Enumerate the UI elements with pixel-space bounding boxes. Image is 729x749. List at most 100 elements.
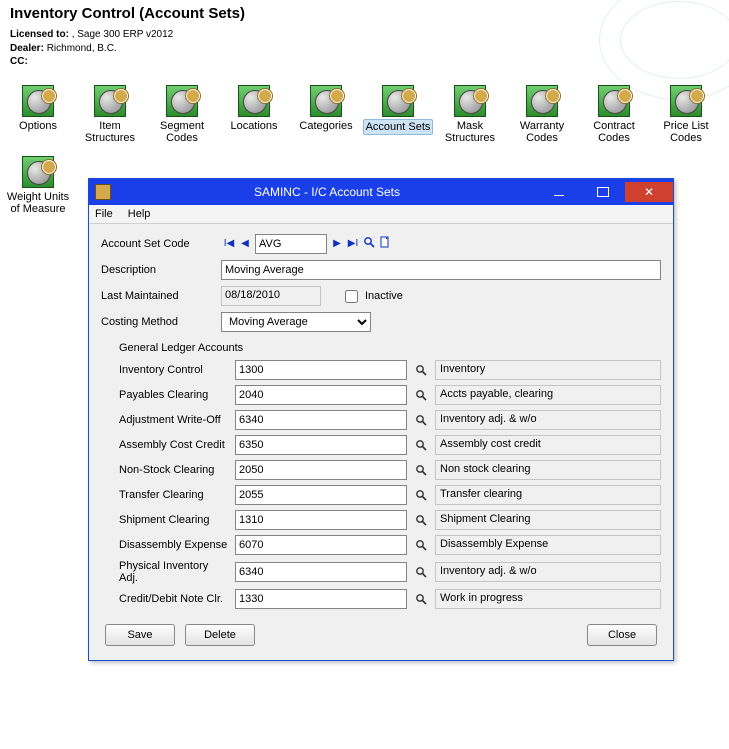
desktop-icon[interactable]: Locations — [218, 85, 290, 146]
gl-account-code-input[interactable] — [235, 360, 407, 380]
desktop-icon[interactable]: Contract Codes — [578, 85, 650, 146]
gl-account-row: Credit/Debit Note Clr.Work in progress — [119, 589, 661, 609]
desktop-icon-label: Account Sets — [363, 119, 434, 136]
gl-account-desc: Transfer clearing — [435, 485, 661, 505]
gl-account-code-input[interactable] — [235, 562, 407, 582]
gl-account-desc: Accts payable, clearing — [435, 385, 661, 405]
app-icon — [166, 85, 198, 117]
finder-icon[interactable] — [413, 537, 429, 553]
app-icon — [598, 85, 630, 117]
app-icon — [310, 85, 342, 117]
finder-icon[interactable] — [413, 564, 429, 580]
finder-icon[interactable] — [413, 591, 429, 607]
description-input[interactable] — [221, 260, 661, 280]
desktop-icon-label: Mask Structures — [434, 119, 506, 146]
account-set-code-input[interactable] — [255, 234, 327, 254]
finder-icon[interactable] — [361, 236, 377, 252]
titlebar[interactable]: SAMINC - I/C Account Sets — [89, 179, 673, 205]
save-button[interactable]: Save — [105, 624, 175, 646]
desktop-icon[interactable]: Segment Codes — [146, 85, 218, 146]
app-icon — [238, 85, 270, 117]
desktop-icon[interactable]: Options — [2, 85, 74, 146]
gl-account-row: Assembly Cost Credit Assembly cost credit — [119, 435, 661, 455]
desktop-icon[interactable]: Categories — [290, 85, 362, 146]
finder-icon[interactable] — [413, 362, 429, 378]
gl-account-desc: Assembly cost credit — [435, 435, 661, 455]
cc-label: CC: — [10, 56, 28, 67]
app-icon — [454, 85, 486, 117]
gl-account-label: Transfer Clearing — [119, 489, 229, 501]
gl-account-label: Adjustment Write-Off — [119, 414, 229, 426]
account-sets-window: SAMINC - I/C Account Sets File Help Acco… — [88, 178, 674, 661]
finder-icon[interactable] — [413, 412, 429, 428]
licensed-to-label: Licensed to: — [10, 29, 69, 40]
gl-account-label: Physical Inventory Adj. — [119, 560, 229, 584]
gl-account-desc: Inventory adj. & w/o — [435, 562, 661, 582]
desktop-icon-label: Options — [17, 119, 59, 134]
finder-icon[interactable] — [413, 462, 429, 478]
menubar: File Help — [89, 205, 673, 224]
desktop-icon[interactable]: Item Structures — [74, 85, 146, 146]
page-title: Inventory Control (Account Sets) — [0, 0, 729, 24]
gl-section-title: General Ledger Accounts — [119, 342, 661, 354]
finder-icon[interactable] — [413, 512, 429, 528]
licensed-to-value: , Sage 300 ERP v2012 — [72, 29, 174, 40]
app-icon — [94, 85, 126, 117]
dealer-value: Richmond, B.C. — [47, 43, 117, 54]
gl-account-code-input[interactable] — [235, 460, 407, 480]
desktop-icon[interactable]: Warranty Codes — [506, 85, 578, 146]
window-title: SAMINC - I/C Account Sets — [117, 185, 537, 199]
finder-icon[interactable] — [413, 487, 429, 503]
gl-account-desc: Work in progress — [435, 589, 661, 609]
desktop-icon[interactable]: Mask Structures — [434, 85, 506, 146]
gl-account-row: Inventory ControlInventory — [119, 360, 661, 380]
desktop-icon-label: Weight Units of Measure — [2, 190, 74, 217]
nav-first-icon[interactable]: I◀ — [221, 236, 237, 252]
finder-icon[interactable] — [413, 387, 429, 403]
gl-account-label: Non-Stock Clearing — [119, 464, 229, 476]
app-icon — [22, 85, 54, 117]
gl-account-code-input[interactable] — [235, 410, 407, 430]
menu-file[interactable]: File — [95, 208, 113, 220]
license-block: Licensed to: , Sage 300 ERP v2012 Dealer… — [0, 24, 729, 79]
gl-account-desc: Shipment Clearing — [435, 510, 661, 530]
gl-account-row: Shipment ClearingShipment Clearing — [119, 510, 661, 530]
gl-account-desc: Inventory — [435, 360, 661, 380]
maximize-button[interactable] — [581, 182, 625, 202]
desktop-icon-label: Segment Codes — [146, 119, 218, 146]
window-icon — [95, 184, 111, 200]
gl-account-code-input[interactable] — [235, 385, 407, 405]
desktop-icon-label: Item Structures — [74, 119, 146, 146]
gl-account-code-input[interactable] — [235, 589, 407, 609]
gl-account-desc: Disassembly Expense — [435, 535, 661, 555]
minimize-button[interactable] — [537, 182, 581, 202]
account-set-code-label: Account Set Code — [101, 238, 221, 250]
close-window-button[interactable] — [625, 182, 673, 202]
app-icon — [526, 85, 558, 117]
delete-button[interactable]: Delete — [185, 624, 255, 646]
last-maintained-label: Last Maintained — [101, 290, 221, 302]
costing-method-select[interactable]: Moving Average — [221, 312, 371, 332]
gl-account-code-input[interactable] — [235, 485, 407, 505]
gl-account-label: Assembly Cost Credit — [119, 439, 229, 451]
gl-account-code-input[interactable] — [235, 435, 407, 455]
gl-account-row: Disassembly ExpenseDisassembly Expense — [119, 535, 661, 555]
new-icon[interactable] — [377, 236, 393, 252]
close-button[interactable]: Close — [587, 624, 657, 646]
desktop-icon[interactable]: Price List Codes — [650, 85, 722, 146]
gl-account-row: Physical Inventory Adj. Inventory adj. & … — [119, 560, 661, 584]
desktop-icon[interactable]: Account Sets — [362, 85, 434, 146]
menu-help[interactable]: Help — [128, 208, 151, 220]
gl-account-row: Transfer Clearing Transfer clearing — [119, 485, 661, 505]
desktop-icon[interactable]: Weight Units of Measure — [2, 156, 74, 217]
desktop-icon-label: Locations — [228, 119, 279, 134]
gl-account-code-input[interactable] — [235, 535, 407, 555]
inactive-checkbox-wrap[interactable]: Inactive — [341, 287, 403, 306]
finder-icon[interactable] — [413, 437, 429, 453]
gl-account-label: Payables Clearing — [119, 389, 229, 401]
gl-account-code-input[interactable] — [235, 510, 407, 530]
nav-prev-icon[interactable]: ◀ — [237, 236, 253, 252]
nav-last-icon[interactable]: ▶I — [345, 236, 361, 252]
nav-next-icon[interactable]: ▶ — [329, 236, 345, 252]
inactive-checkbox[interactable] — [345, 290, 358, 303]
